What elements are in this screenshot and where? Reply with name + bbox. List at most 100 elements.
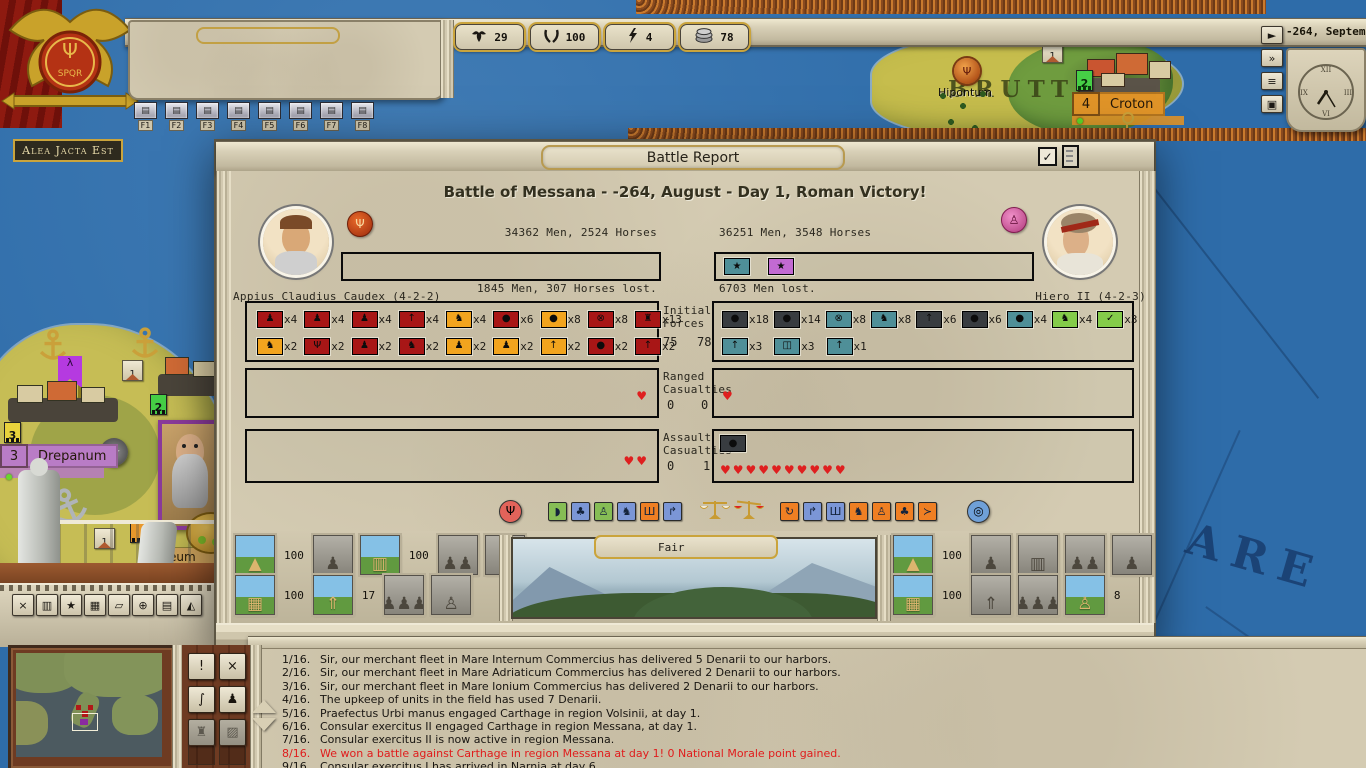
barricade-tile[interactable]: ▥: [360, 535, 400, 575]
croton-label[interactable]: 4 Croton: [1072, 92, 1165, 116]
log-message[interactable]: 7/16.Consular exercitus II is now active…: [282, 733, 1362, 746]
laurel-resource-button[interactable]: 100: [530, 24, 599, 50]
casualty-balance-icon[interactable]: [734, 497, 764, 525]
tower-badge-green[interactable]: 2: [150, 394, 167, 415]
infantry-assault-icon-2[interactable]: Ш: [826, 502, 845, 521]
barricade-tile[interactable]: ▥: [1018, 535, 1058, 575]
supply-filter-button[interactable]: ▥: [36, 594, 58, 616]
log-message-text: Consular exercitus II engaged Carthage i…: [320, 720, 697, 733]
detail-report-button[interactable]: [1062, 145, 1079, 168]
terrain-view-button[interactable]: ◭: [180, 594, 202, 616]
flags-button: ▨: [219, 719, 246, 746]
right-commander-portrait[interactable]: [1047, 209, 1113, 275]
game-logo-title: Alea Jacta Est: [22, 144, 114, 157]
units-button[interactable]: ♟: [219, 686, 246, 713]
soldiers-tile[interactable]: ♟♟: [438, 535, 478, 575]
cohesion-icon-2[interactable]: ♣: [895, 502, 914, 521]
next-turn-button[interactable]: ►: [1261, 26, 1283, 44]
runner-tile[interactable]: ♙: [431, 575, 471, 615]
drepanum-label[interactable]: 3 Drepanum: [0, 444, 118, 468]
fkey-button-f5[interactable]: ▤F5: [257, 102, 282, 131]
turn-button-column: ► » ≡ ▣: [1261, 26, 1283, 113]
runner-tile[interactable]: ♙: [1065, 575, 1105, 615]
cohesion-icon[interactable]: ♣: [571, 502, 590, 521]
auto-report-checkbox[interactable]: ✓: [1038, 147, 1057, 166]
elite-star-icon: ★: [768, 258, 794, 275]
skirmisher-chip: ●x8: [541, 311, 581, 328]
ledger-button[interactable]: ≡: [1261, 72, 1283, 90]
stand-icon-2[interactable]: ♙: [872, 502, 891, 521]
alert-button[interactable]: !: [188, 653, 215, 680]
log-message[interactable]: 2/16.Sir, our merchant fleet in Mare Adr…: [282, 666, 1362, 679]
cavalry-charge-icon-2[interactable]: ♞: [849, 502, 868, 521]
breakthrough-icon[interactable]: ≻: [918, 502, 937, 521]
minimap-viewport[interactable]: [72, 713, 98, 731]
infantry-icon: ♟: [304, 311, 330, 328]
march-tile[interactable]: ⇑: [313, 575, 353, 615]
log-scroll-up[interactable]: [252, 700, 276, 713]
log-message[interactable]: 6/16.Consular exercitus II engaged Carth…: [282, 720, 1362, 733]
fkey-button-f8[interactable]: ▤F8: [350, 102, 375, 131]
tower-badge-yellow[interactable]: 3: [4, 422, 21, 443]
odds-balance-icon[interactable]: [700, 497, 730, 525]
svg-text:III: III: [1344, 89, 1353, 97]
moves-button[interactable]: ∫: [188, 686, 215, 713]
fkey-button-f6[interactable]: ▤F6: [288, 102, 313, 131]
eagle-emblem[interactable]: Ψ SPQR: [0, 0, 140, 140]
fast-forward-button[interactable]: »: [1261, 49, 1283, 67]
log-message[interactable]: 3/16.Sir, our merchant fleet in Mare Ion…: [282, 680, 1362, 693]
structures-filter-button[interactable]: ▦: [84, 594, 106, 616]
militia-tile[interactable]: ♟♟♟: [1018, 575, 1058, 615]
croton-tower-badge[interactable]: 2: [1076, 70, 1093, 91]
log-message[interactable]: 4/16.The upkeep of units in the field ha…: [282, 693, 1362, 706]
fkey-button-f4[interactable]: ▤F4: [226, 102, 251, 131]
morale-icon[interactable]: Ψ: [499, 500, 522, 523]
withdraw-icon[interactable]: ◗: [548, 502, 567, 521]
fkey-button-f2[interactable]: ▤F2: [164, 102, 189, 131]
log-message[interactable]: 1/16.Sir, our merchant fleet in Mare Int…: [282, 653, 1362, 666]
officer-tile[interactable]: ♟: [313, 535, 353, 575]
cavalry-charge-icon[interactable]: ♞: [617, 502, 636, 521]
log-message[interactable]: 9/16.Consular exercitus I has arrived in…: [282, 760, 1362, 768]
guard-tile[interactable]: ♟: [1112, 535, 1152, 575]
soldiers-tile[interactable]: ♟♟: [1065, 535, 1105, 575]
casualty-heart-icon: ♥: [623, 454, 634, 468]
battles-button[interactable]: ×: [219, 653, 246, 680]
eagle-resource-button[interactable]: 29: [455, 24, 524, 50]
supplies-tile[interactable]: ▦: [893, 575, 933, 615]
tent-tile[interactable]: ▲: [893, 535, 933, 575]
objectives-filter-button[interactable]: ★: [60, 594, 82, 616]
stand-icon[interactable]: ♙: [594, 502, 613, 521]
world-map-button[interactable]: ⊕: [132, 594, 154, 616]
hipontum-faction-roundel[interactable]: Ψ: [954, 58, 980, 84]
minimap[interactable]: [16, 653, 162, 757]
dialog-body: Battle of Messana - -264, August - Day 1…: [231, 171, 1139, 533]
pursuit-icon[interactable]: ↻: [780, 502, 799, 521]
maneuver-icon-2[interactable]: ↱: [803, 502, 822, 521]
log-message[interactable]: 5/16.Praefectus Urbi manus engaged Carth…: [282, 707, 1362, 720]
officer-tile[interactable]: ♟: [971, 535, 1011, 575]
military-filter-button[interactable]: ×: [12, 594, 34, 616]
save-button[interactable]: ▣: [1261, 95, 1283, 113]
scroll-map-button[interactable]: ▤: [156, 594, 178, 616]
maneuver-icon[interactable]: ↱: [663, 502, 682, 521]
supplies-tile[interactable]: ▦: [235, 575, 275, 615]
target-icon[interactable]: ◎: [967, 500, 990, 523]
fkey-button-f1[interactable]: ▤F1: [133, 102, 158, 131]
march-tile[interactable]: ⇑: [971, 575, 1011, 615]
lightning-resource-button[interactable]: 4: [605, 24, 674, 50]
tent-tile[interactable]: ▲: [235, 535, 275, 575]
officer-icon: ♟: [325, 554, 340, 574]
infantry-assault-icon[interactable]: Ш: [640, 502, 659, 521]
message-log[interactable]: 1/16.Sir, our merchant fleet in Mare Int…: [282, 653, 1362, 768]
skirmisher-chip: ●x6: [962, 311, 1002, 328]
depot-badge[interactable]: 1: [122, 360, 143, 381]
fkey-button-f3[interactable]: ▤F3: [195, 102, 220, 131]
log-scroll-down[interactable]: [252, 718, 276, 731]
militia-tile[interactable]: ♟♟♟: [384, 575, 424, 615]
left-commander-portrait[interactable]: [263, 209, 329, 275]
fkey-button-f7[interactable]: ▤F7: [319, 102, 344, 131]
log-message[interactable]: 8/16.We won a battle against Carthage in…: [282, 747, 1362, 760]
regions-filter-button[interactable]: ▱: [108, 594, 130, 616]
coins-resource-button[interactable]: 78: [680, 24, 749, 50]
